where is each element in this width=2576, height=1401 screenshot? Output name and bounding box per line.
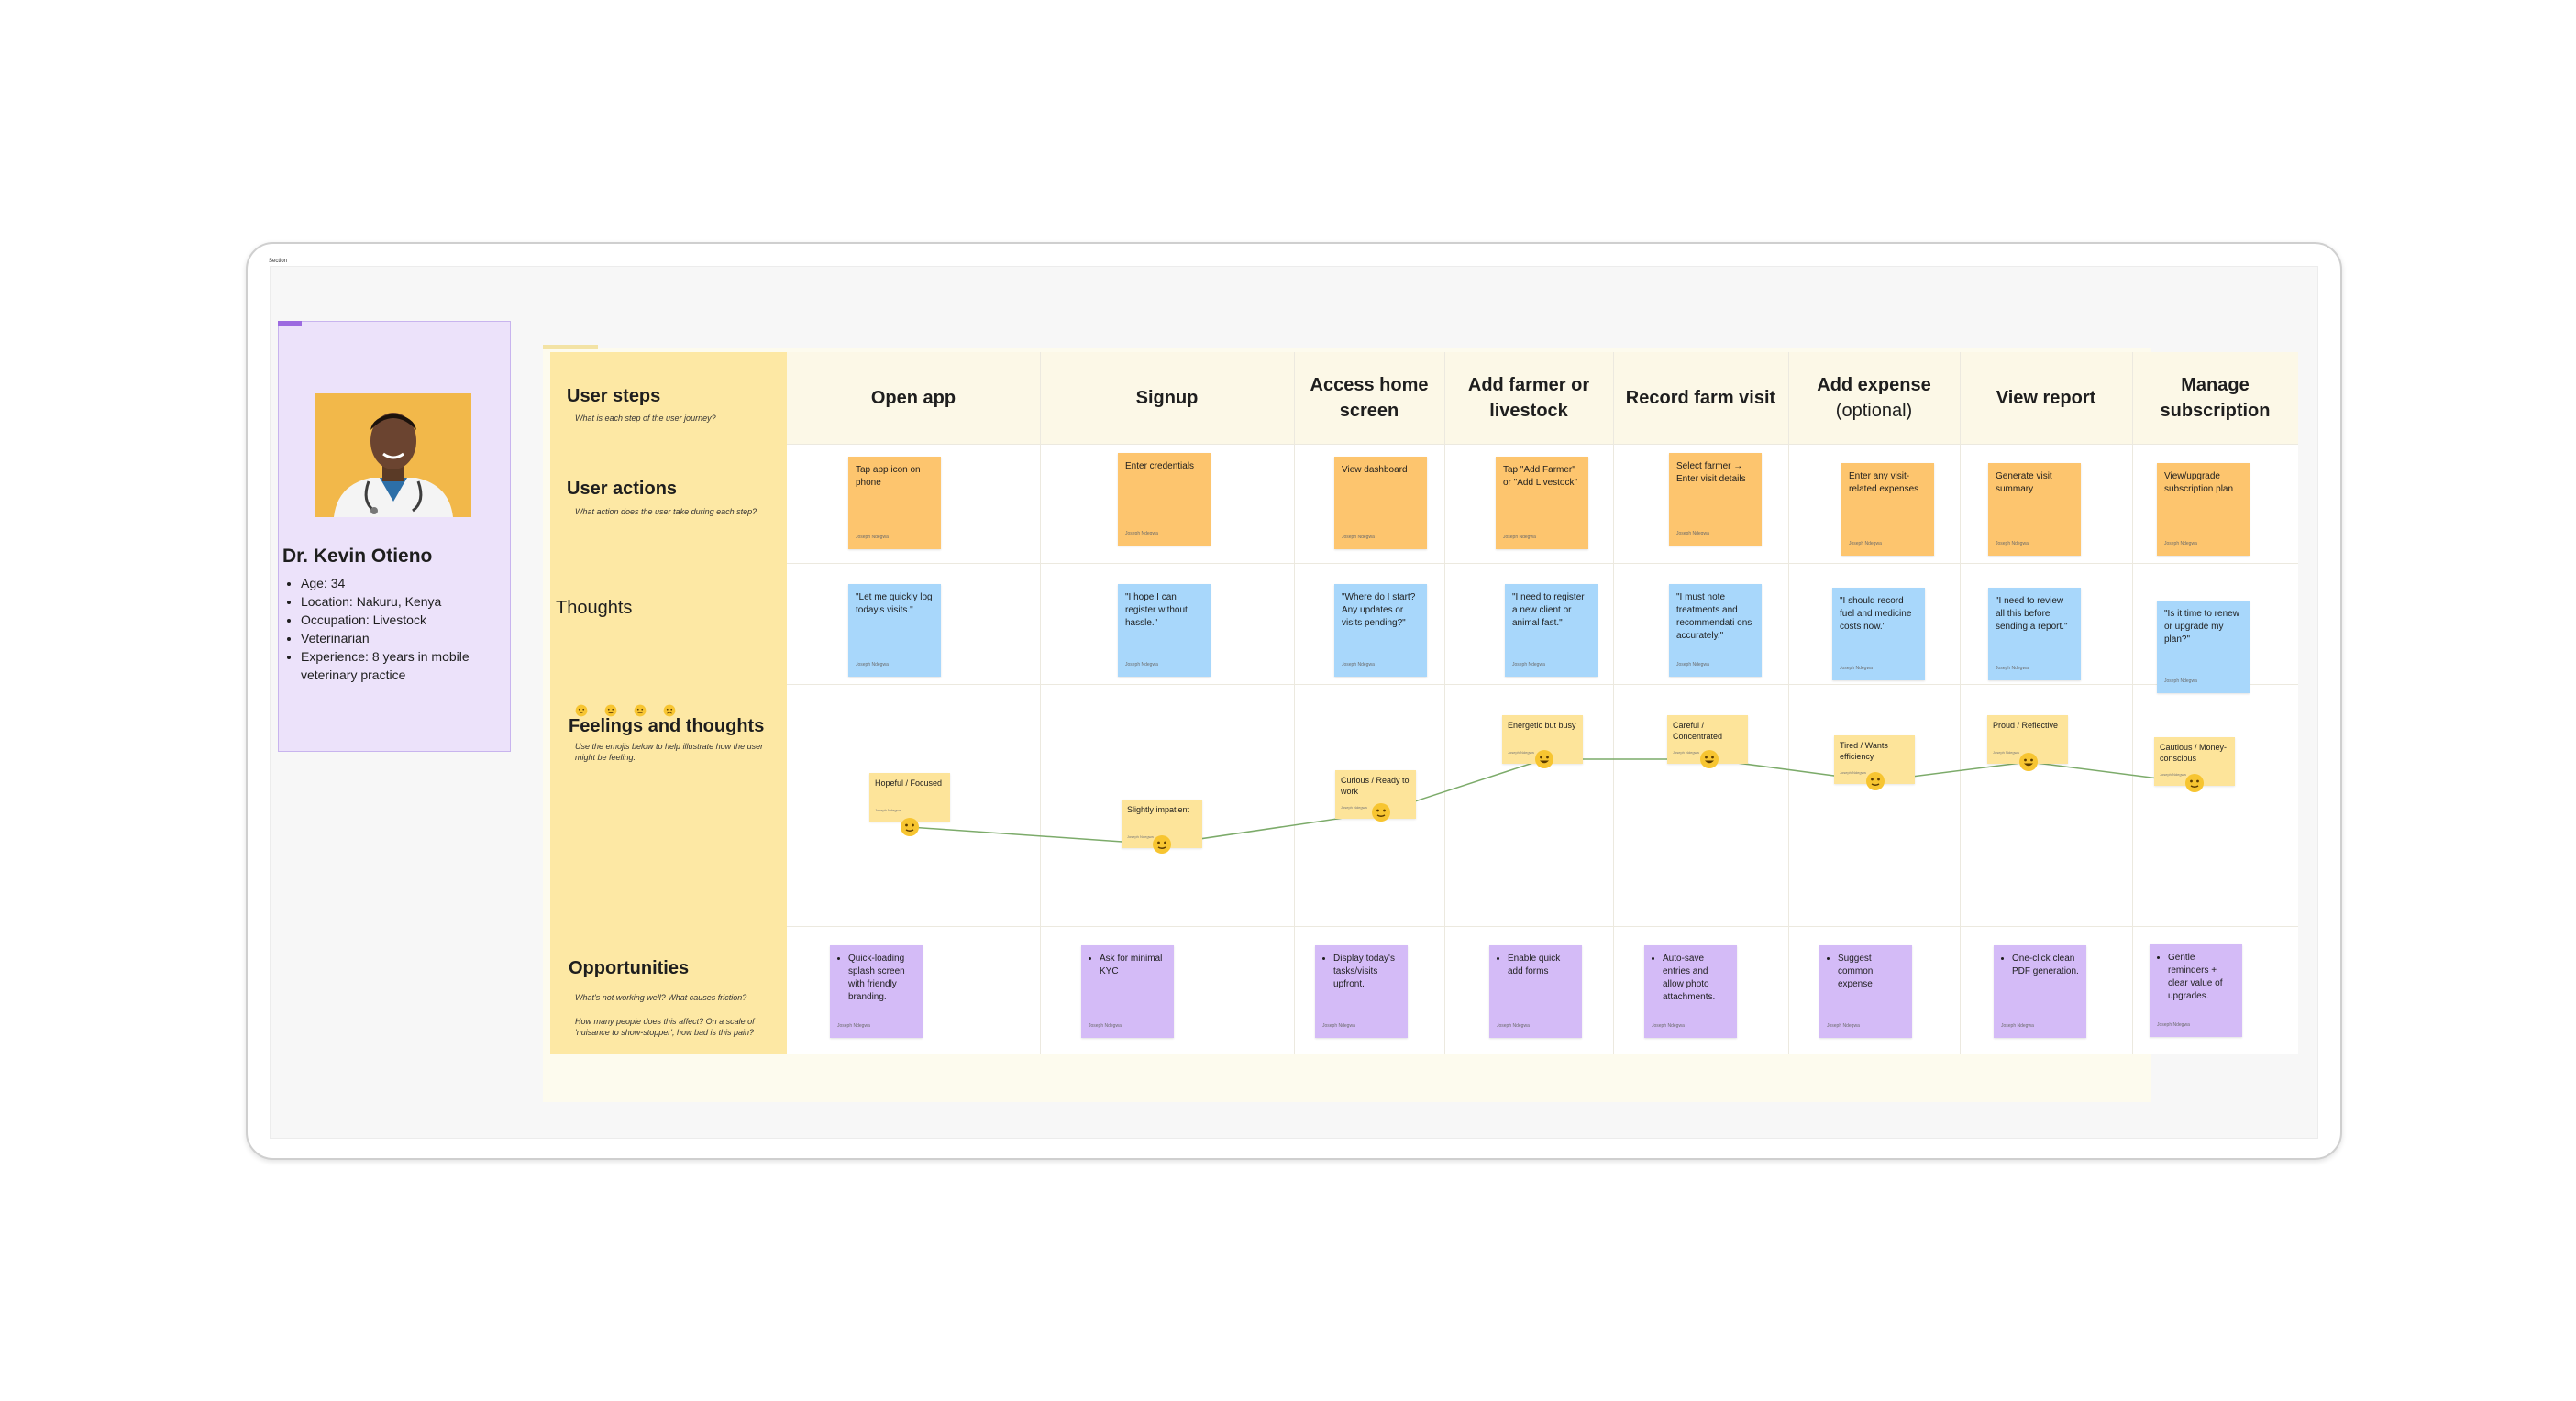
happy-emoji-icon — [2019, 753, 2038, 771]
step-header-manage-subscription: Manage subscription — [2160, 375, 2271, 421]
happy-emoji-icon — [1535, 750, 1553, 768]
row-sub-opportunities-2: How many people does this affect? On a s… — [575, 1017, 755, 1037]
feeling-sticky[interactable]: Hopeful / Focused Joseph Ndegwa — [869, 773, 950, 822]
row-title-feelings: Feelings and thoughts — [569, 716, 765, 736]
opportunity-sticky[interactable]: Enable quick add formsJoseph Ndegwa — [1489, 945, 1582, 1038]
grid-divider — [1444, 352, 1445, 1054]
row-label-column — [550, 352, 787, 1054]
persona-occupation: Occupation: Livestock — [301, 611, 521, 629]
row-sub-opportunities-1: What's not working well? What causes fri… — [575, 993, 747, 1002]
row-sub-feelings: Use the emojis below to help illustrate … — [575, 742, 764, 762]
opportunity-sticky[interactable]: Ask for minimal KYCJoseph Ndegwa — [1081, 945, 1174, 1038]
neutral-smile-emoji-icon — [1866, 772, 1885, 790]
persona-age: Age: 34 — [301, 574, 521, 592]
doctor-portrait-image — [315, 393, 471, 517]
grid-divider — [1960, 352, 1961, 1054]
opportunity-sticky[interactable]: Display today's tasks/visits upfront.Jos… — [1315, 945, 1408, 1038]
thought-sticky[interactable]: "I need to register a new client or anim… — [1505, 584, 1598, 677]
legend-neutral-emoji-icon — [634, 704, 647, 717]
row-title-user-actions: User actions — [567, 479, 678, 499]
thought-sticky[interactable]: "I should record fuel and medicine costs… — [1832, 588, 1925, 680]
persona-location: Location: Nakuru, Kenya — [301, 592, 521, 611]
persona-details: Age: 34 Location: Nakuru, Kenya Occupati… — [284, 574, 521, 684]
opportunity-sticky[interactable]: Auto-save entries and allow photo attach… — [1644, 945, 1737, 1038]
neutral-smile-emoji-icon — [1153, 835, 1171, 854]
happy-emoji-icon — [1700, 750, 1719, 768]
thought-sticky[interactable]: "Is it time to renew or upgrade my plan?… — [2157, 601, 2250, 693]
step-header-add-expense-optional: (optional) — [1835, 401, 1913, 421]
action-sticky[interactable]: Tap "Add Farmer" or "Add Livestock" Josep… — [1496, 457, 1588, 549]
grid-divider — [787, 684, 2298, 685]
opportunity-sticky[interactable]: Suggest common expenseJoseph Ndegwa — [1819, 945, 1912, 1038]
grid-divider — [1788, 352, 1789, 1054]
thought-sticky[interactable]: "I must note treatments and recommendati… — [1669, 584, 1762, 677]
step-header-access-home: Access home screen — [1310, 375, 1429, 421]
grid-divider — [1294, 352, 1295, 1054]
legend-sad-emoji-icon — [663, 704, 676, 717]
step-header-record-visit: Record farm visit — [1625, 388, 1776, 408]
thought-sticky[interactable]: "Where do I start? Any updates or visits… — [1334, 584, 1427, 677]
opportunity-sticky[interactable]: One-click clean PDF generation.Joseph Nd… — [1994, 945, 2086, 1038]
neutral-smile-emoji-icon — [901, 818, 919, 836]
grid-divider — [787, 926, 2298, 927]
persona-tag — [278, 321, 302, 326]
action-sticky[interactable]: Select farmer → Enter visit details Josep… — [1669, 453, 1762, 546]
persona-photo — [315, 393, 471, 517]
canvas-label: Section — [269, 259, 288, 264]
row-title-thoughts: Thoughts — [556, 598, 633, 618]
action-sticky[interactable]: Enter credentials Joseph Ndegwa — [1118, 453, 1211, 546]
step-header-open-app: Open app — [870, 388, 956, 408]
step-header-view-report: View report — [1996, 388, 2096, 408]
row-title-user-steps: User steps — [567, 386, 661, 406]
step-header-add-farmer: Add farmer or livestock — [1467, 375, 1590, 421]
row-sub-user-steps: What is each step of the user journey? — [575, 414, 716, 423]
grid-divider — [1613, 352, 1614, 1054]
persona-experience: Experience: 8 years in mobile veterinary… — [301, 647, 521, 684]
persona-name: Dr. Kevin Otieno — [282, 546, 433, 567]
action-sticky[interactable]: View dashboard Joseph Ndegwa — [1334, 457, 1427, 549]
thought-sticky[interactable]: "Let me quickly log today's visits." Jose… — [848, 584, 941, 677]
legend-slight-smile-emoji-icon — [604, 704, 617, 717]
row-title-opportunities: Opportunities — [569, 958, 690, 978]
persona-role: Veterinarian — [301, 629, 521, 647]
opportunity-sticky[interactable]: Gentle reminders + clear value of upgrad… — [2150, 944, 2242, 1037]
neutral-smile-emoji-icon — [2185, 774, 2204, 792]
step-header-add-expense: Add expense (optional) — [1817, 375, 1931, 421]
action-sticky[interactable]: View/upgrade subscription plan Joseph Nde… — [2157, 463, 2250, 556]
step-header-signup: Signup — [1135, 388, 1199, 408]
thought-sticky[interactable]: "I need to review all this before sendin… — [1988, 588, 2081, 680]
action-sticky[interactable]: Generate visit summary Joseph Ndegwa — [1988, 463, 2081, 556]
legend-happy-emoji-icon — [575, 704, 588, 717]
action-sticky[interactable]: Tap app icon on phone Joseph Ndegwa — [848, 457, 941, 549]
grid-divider — [787, 444, 2298, 445]
neutral-smile-emoji-icon — [1372, 803, 1390, 822]
persona-card[interactable] — [278, 321, 511, 752]
opportunity-sticky[interactable]: Quick-loading splash screen with friendl… — [830, 945, 923, 1038]
grid-divider — [1040, 352, 1041, 1054]
grid-divider — [787, 563, 2298, 564]
action-sticky[interactable]: Enter any visit-related expenses Joseph N… — [1841, 463, 1934, 556]
grid-divider — [2132, 352, 2133, 1054]
thought-sticky[interactable]: "I hope I can register without hassle." J… — [1118, 584, 1211, 677]
board-section-tag — [543, 345, 598, 349]
row-sub-user-actions: What action does the user take during ea… — [575, 507, 757, 516]
